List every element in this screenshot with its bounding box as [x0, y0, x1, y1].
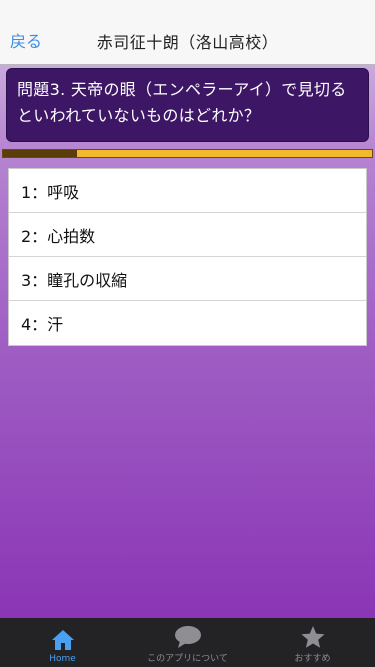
tab-recommend-label: おすすめ	[294, 654, 331, 664]
answer-option-1[interactable]: 1：呼吸	[9, 169, 366, 213]
home-icon	[51, 630, 74, 650]
tab-home[interactable]: Home	[0, 618, 125, 667]
progress-bar-fill	[3, 150, 77, 157]
tab-home-label: Home	[49, 654, 76, 664]
answer-option-3[interactable]: 3：瞳孔の収縮	[9, 257, 366, 301]
answer-option-4[interactable]: 4：汗	[9, 301, 366, 345]
page-title: 赤司征十朗（洛山高校）	[96, 33, 279, 52]
progress-bar	[2, 149, 373, 158]
tab-bar: Home このアプリについて おすすめ	[0, 618, 375, 667]
question-box: 問題3. 天帝の眼（エンペラーアイ）で見切るといわれていないものはどれか？	[6, 68, 369, 142]
tab-recommend[interactable]: おすすめ	[250, 618, 375, 667]
navigation-bar: 戻る 赤司征十朗（洛山高校）	[0, 0, 375, 65]
answer-list: 1：呼吸 2：心拍数 3：瞳孔の収縮 4：汗	[8, 168, 367, 346]
tab-about-label: このアプリについて	[147, 654, 228, 664]
speech-bubble-icon	[174, 626, 201, 648]
tab-about[interactable]: このアプリについて	[125, 618, 250, 667]
star-icon	[301, 626, 324, 648]
answer-option-2[interactable]: 2：心拍数	[9, 213, 366, 257]
question-text: 問題3. 天帝の眼（エンペラーアイ）で見切るといわれていないものはどれか？	[17, 80, 347, 125]
